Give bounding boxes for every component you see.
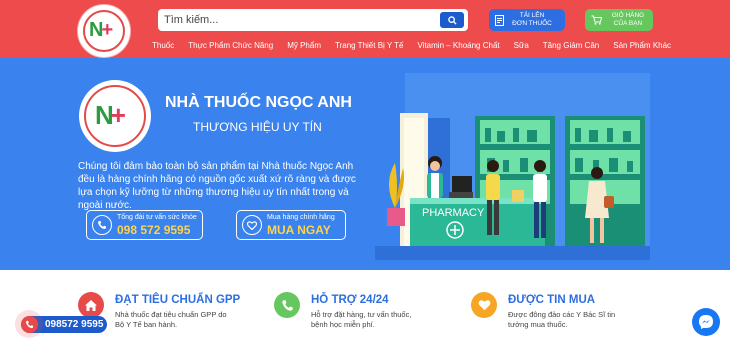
hero-logo-mark-icon: N+	[95, 100, 126, 130]
phone-icon	[21, 316, 38, 333]
hotline-number: 098 572 9595	[117, 222, 191, 237]
hero-subtitle: THƯƠNG HIỆU UY TÍN	[193, 120, 322, 134]
search-bar	[158, 9, 468, 31]
feature-trust-desc-line2: tưởng mua thuốc.	[508, 320, 568, 329]
nav-item-vitamin[interactable]: Vitamin – Khoáng Chất	[417, 41, 499, 50]
feature-support-desc-line1: Hỗ trợ đặt hàng, tư vấn thuốc,	[311, 310, 412, 319]
pharmacy-sign: PHARMACY	[422, 207, 485, 219]
floating-hotline-button[interactable]: 098572 9595	[15, 310, 107, 338]
search-icon	[447, 15, 457, 25]
messenger-icon	[699, 315, 713, 329]
nav-item-thuoc[interactable]: Thuốc	[152, 41, 174, 50]
nav-item-tang-giam-can[interactable]: Tăng Giảm Cân	[543, 41, 599, 50]
nav-item-my-pham[interactable]: Mỹ Phẩm	[287, 41, 321, 50]
hero-logo: N+	[79, 80, 151, 152]
messenger-chat-button[interactable]	[692, 308, 720, 336]
search-input[interactable]	[164, 11, 434, 29]
pharmacy-illustration: PHARMACY	[375, 73, 650, 260]
upload-line2: ĐƠN THUỐC	[512, 20, 552, 27]
logo-mark-icon: N+	[89, 19, 113, 41]
upload-line1: TẢI LÊN	[519, 12, 545, 19]
heart-icon	[471, 292, 497, 318]
cart-label: GIỎ HÀNG CỦA BẠN	[608, 12, 648, 28]
nav-item-thuc-pham-chuc-nang[interactable]: Thực Phẩm Chức Năng	[188, 41, 273, 50]
hero-title: NHÀ THUỐC NGỌC ANH	[165, 94, 352, 111]
feature-gpp-desc-line2: Bộ Y Tế ban hành.	[115, 320, 178, 329]
hotline-label: Tổng đài tư vấn sức khỏe	[117, 213, 197, 221]
cart-line1: GIỎ HÀNG	[611, 12, 645, 19]
feature-trust-desc-line1: Được đông đảo các Y Bác Sĩ tin	[508, 310, 616, 319]
nav-item-san-pham-khac[interactable]: Sản Phẩm Khác	[613, 41, 671, 50]
hero-banner: N+ NHÀ THUỐC NGỌC ANH THƯƠNG HIỆU UY TÍN…	[0, 58, 730, 270]
buy-cta-text: MUA NGAY	[267, 222, 331, 237]
nav-item-trang-thiet-bi[interactable]: Trang Thiết Bị Y Tế	[335, 41, 403, 50]
feature-gpp-desc-line1: Nhà thuốc đạt tiêu chuẩn GPP do	[115, 310, 227, 319]
buy-now-button[interactable]: Mua hàng chính hãng MUA NGAY	[236, 210, 346, 240]
search-button[interactable]	[440, 12, 464, 28]
feature-support-title: HỖ TRỢ 24/24	[311, 294, 389, 306]
feature-gpp-title: ĐẠT TIÊU CHUẨN GPP	[115, 294, 241, 306]
hotline-button[interactable]: Tổng đài tư vấn sức khỏe 098 572 9595	[86, 210, 203, 240]
home-icon	[78, 292, 104, 318]
feature-support-desc-line2: bệnh học miễn phí.	[311, 320, 375, 329]
prescription-icon	[495, 14, 504, 26]
cart-line2: CỦA BẠN	[613, 20, 643, 27]
buy-label: Mua hàng chính hãng	[267, 213, 335, 221]
feature-trust-title: ĐƯỢC TIN MUA	[508, 294, 596, 306]
nav-item-sua[interactable]: Sữa	[514, 41, 529, 50]
floating-hotline-number: 098572 9595	[45, 319, 104, 330]
upload-prescription-button[interactable]: TẢI LÊN ĐƠN THUỐC	[489, 9, 565, 31]
site-logo[interactable]: N+	[78, 5, 130, 57]
upload-label: TẢI LÊN ĐƠN THUỐC	[510, 12, 554, 28]
cart-icon	[591, 15, 602, 25]
pharmacist-figure	[427, 156, 443, 198]
phone-icon	[92, 215, 112, 235]
hero-description: Chúng tôi đảm bảo toàn bộ sản phẩm tại N…	[78, 161, 356, 211]
main-nav: Thuốc Thực Phẩm Chức Năng Mỹ Phẩm Trang …	[143, 41, 671, 50]
site-header: N+ TẢI LÊN ĐƠN THUỐC GIỎ HÀNG	[0, 0, 730, 58]
heart-icon	[242, 215, 262, 235]
phone-icon	[274, 292, 300, 318]
cart-button[interactable]: GIỎ HÀNG CỦA BẠN	[585, 9, 653, 31]
